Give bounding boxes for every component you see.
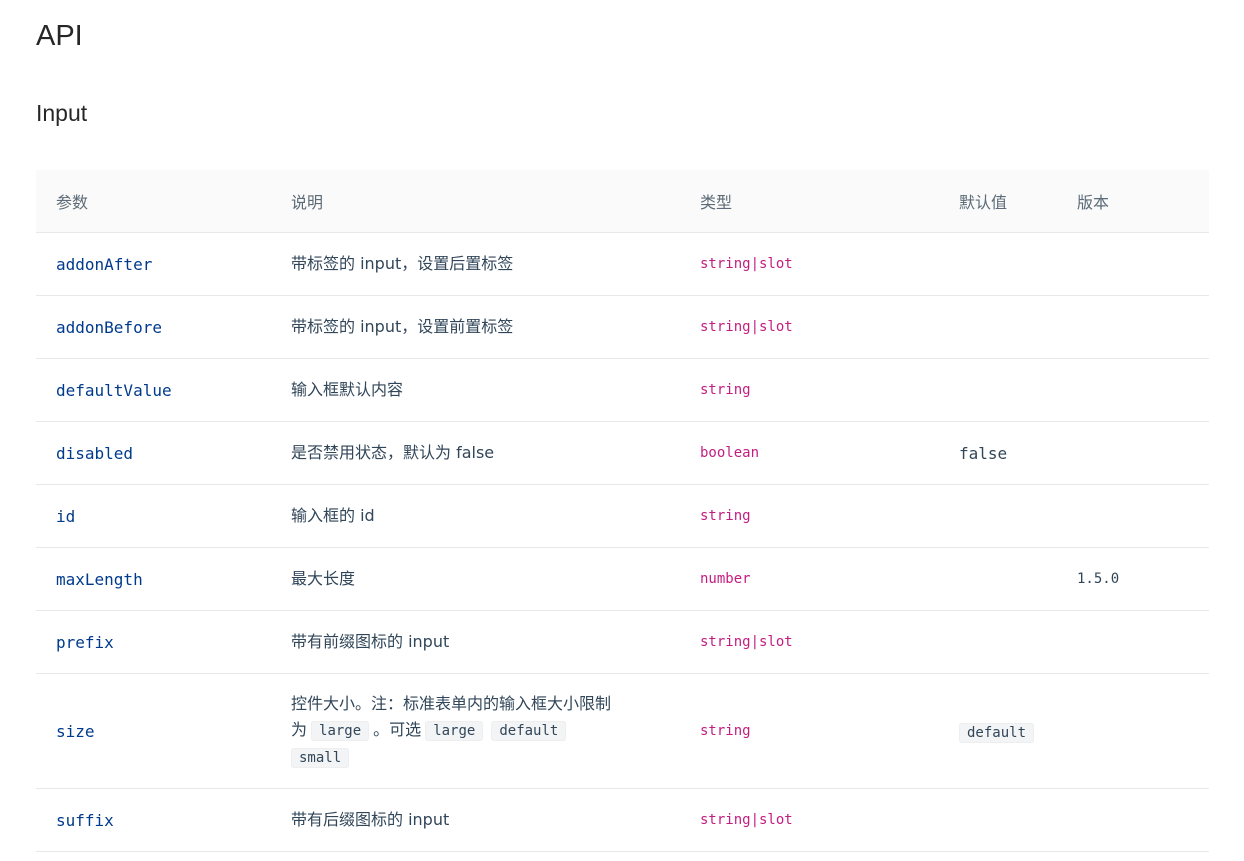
inline-code: small [291,748,350,768]
param-cell: size [36,673,271,789]
description-cell: 输入框默认内容 [271,358,680,422]
type-cell: string [680,484,939,548]
description-cell: 控件大小。注：标准表单内的输入框大小限制 为 large 。可选 large defau… [271,673,680,789]
param-cell: disabled [36,421,271,485]
default-cell [939,358,1057,422]
default-cell [939,547,1057,611]
param-cell: addonBefore [36,295,271,359]
param-cell: maxLength [36,547,271,611]
default-cell [939,295,1057,359]
param-cell: defaultValue [36,358,271,422]
description-cell: 是否禁用状态，默认为 false [271,421,680,485]
param-cell: suffix [36,788,271,852]
param-cell: prefix [36,610,271,674]
type-cell: string|slot [680,295,939,359]
version-cell [1057,484,1209,548]
version-cell [1057,295,1209,359]
description-text: 。可选 [373,720,422,739]
default-cell: default [939,673,1057,789]
version-cell [1057,358,1209,422]
component-heading: Input [36,100,88,126]
type-cell: string [680,673,939,789]
default-cell [939,484,1057,548]
default-cell: false [939,421,1057,485]
description-cell: 带有前缀图标的 input [271,610,680,674]
description-text: 为 [291,720,308,739]
column-header-description: 说明 [271,170,680,233]
column-header-version: 版本 [1057,170,1209,233]
description-cell: 带标签的 input，设置后置标签 [271,232,680,296]
column-header-default: 默认值 [939,170,1057,233]
version-cell: 1.5.0 [1057,547,1209,611]
version-cell [1057,673,1209,789]
description-cell: 带标签的 input，设置前置标签 [271,295,680,359]
description-cell: 输入框的 id [271,484,680,548]
table-row: maxLength 最大长度 number 1.5.0 [36,547,1209,611]
type-cell: string|slot [680,610,939,674]
table-row: defaultValue 输入框默认内容 string [36,358,1209,422]
inline-code: large [425,721,484,741]
param-cell: id [36,484,271,548]
type-cell: string [680,358,939,422]
version-cell [1057,610,1209,674]
default-cell [939,232,1057,296]
table-header-row: 参数 说明 类型 默认值 版本 [36,170,1209,233]
version-cell [1057,232,1209,296]
param-cell: addonAfter [36,232,271,296]
version-cell [1057,788,1209,852]
api-table: 参数 说明 类型 默认值 版本 addonAfter 带标签的 input，设置… [36,170,1209,852]
table-row: id 输入框的 id string [36,484,1209,548]
type-cell: boolean [680,421,939,485]
api-heading: API [36,20,83,52]
table-row: disabled 是否禁用状态，默认为 false boolean false [36,421,1209,485]
column-header-type: 类型 [680,170,939,233]
default-cell [939,788,1057,852]
table-row: suffix 带有后缀图标的 input string|slot [36,788,1209,852]
description-cell: 带有后缀图标的 input [271,788,680,852]
type-cell: string|slot [680,232,939,296]
column-header-param: 参数 [36,170,271,233]
table-row: size 控件大小。注：标准表单内的输入框大小限制 为 large 。可选 large… [36,673,1209,789]
type-cell: string|slot [680,788,939,852]
inline-code: default [959,722,1035,743]
description-cell: 最大长度 [271,547,680,611]
inline-code: default [491,721,567,741]
version-cell [1057,421,1209,485]
table-row: addonBefore 带标签的 input，设置前置标签 string|slo… [36,295,1209,359]
inline-code: large [311,721,370,741]
description-line: 控件大小。注：标准表单内的输入框大小限制 [291,694,612,713]
type-cell: number [680,547,939,611]
default-cell [939,610,1057,674]
table-row: addonAfter 带标签的 input，设置后置标签 string|slot [36,232,1209,296]
table-row: prefix 带有前缀图标的 input string|slot [36,610,1209,674]
